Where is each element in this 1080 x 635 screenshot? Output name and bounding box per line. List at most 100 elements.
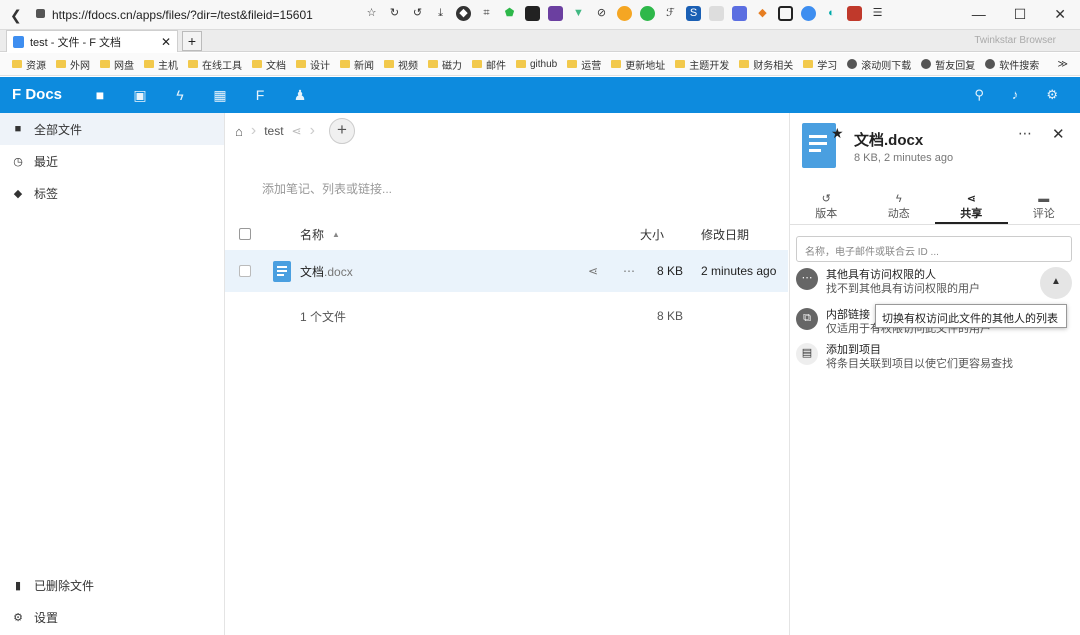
- back-arrow-icon[interactable]: ❮: [10, 7, 22, 24]
- extension-icon[interactable]: [847, 6, 862, 21]
- lock-icon: [36, 9, 45, 18]
- bookmark-item[interactable]: 在线工具: [188, 57, 242, 72]
- bookmark-item[interactable]: github: [516, 59, 557, 70]
- image-icon[interactable]: [709, 6, 724, 21]
- table-row[interactable]: 文档.docx ⋖ ⋯ 8 KB 2 minutes ago: [225, 250, 788, 292]
- bookmark-label: 邮件: [486, 60, 506, 72]
- extension-icon[interactable]: [640, 6, 655, 21]
- share-icon[interactable]: ⋖: [588, 264, 598, 278]
- minimize-icon[interactable]: —: [972, 6, 986, 23]
- maximize-icon[interactable]: ☐: [1014, 6, 1027, 23]
- row-checkbox[interactable]: [239, 265, 251, 277]
- extension-icon[interactable]: [732, 6, 747, 21]
- app-logo[interactable]: F Docs: [12, 86, 62, 103]
- vue-icon[interactable]: ▼: [571, 6, 586, 21]
- more-icon[interactable]: ⋯: [623, 264, 635, 278]
- download-icon[interactable]: ⤓: [433, 6, 448, 21]
- bookmark-item[interactable]: 邮件: [472, 57, 506, 72]
- sidebar-item[interactable]: ⚙ 设置: [0, 601, 225, 633]
- panel-tab[interactable]: ⋖ 共享: [935, 191, 1008, 224]
- column-modified-header[interactable]: 修改日期: [701, 226, 749, 243]
- share-input[interactable]: 名称，电子邮件或联合云 ID ...: [796, 236, 1072, 262]
- bookmarks-more-icon[interactable]: ≫: [1058, 59, 1068, 70]
- bookmark-item[interactable]: 视频: [384, 57, 418, 72]
- sidebar-item[interactable]: ◆ 标签: [0, 177, 224, 209]
- calendar-nav-icon[interactable]: ▦: [200, 87, 240, 104]
- extension-icon[interactable]: ⊘: [594, 6, 609, 21]
- reload-icon[interactable]: ↻: [387, 6, 402, 21]
- bookmark-item[interactable]: 文档: [252, 57, 286, 72]
- bookmark-item[interactable]: 磁力: [428, 57, 462, 72]
- close-panel-icon[interactable]: ✕: [1052, 125, 1065, 143]
- home-icon[interactable]: ⌂: [235, 124, 243, 139]
- share-icon[interactable]: ⋖: [292, 124, 302, 138]
- tab-close-icon[interactable]: ✕: [161, 35, 171, 49]
- close-icon[interactable]: ✕: [1054, 6, 1066, 23]
- extension-icon[interactable]: [617, 6, 632, 21]
- crop-icon[interactable]: ⌗: [479, 6, 494, 21]
- panel-tab[interactable]: ▬ 评论: [1008, 191, 1080, 224]
- add-to-project[interactable]: ▤ 添加到项目 将条目关联到项目以使它们更容易查找: [796, 343, 1072, 371]
- panel-file-meta: 8 KB, 2 minutes ago: [854, 152, 954, 164]
- more-icon[interactable]: ⋯: [1018, 125, 1033, 142]
- browser-tab[interactable]: test - 文件 - F 文档 ✕: [6, 30, 178, 52]
- extension-icon[interactable]: ◐: [824, 6, 839, 21]
- contacts-nav-icon[interactable]: ♟: [280, 87, 320, 104]
- sidebar-item[interactable]: ◷ 最近: [0, 145, 224, 177]
- shield-icon[interactable]: ⬟: [502, 6, 517, 21]
- gear-icon[interactable]: ⚙: [1046, 87, 1058, 103]
- panel-tab-label: 动态: [887, 208, 910, 220]
- new-item-button[interactable]: +: [328, 118, 355, 144]
- bookmark-item[interactable]: 主题开发: [675, 57, 729, 72]
- bookmark-label: github: [530, 58, 558, 70]
- fox-icon[interactable]: ◆: [755, 6, 770, 21]
- activity-nav-icon[interactable]: ϟ: [160, 87, 200, 104]
- bookmark-item[interactable]: 学习: [803, 57, 837, 72]
- bookmark-item[interactable]: 主机: [144, 57, 178, 72]
- star-icon[interactable]: ☆: [364, 6, 379, 21]
- project-icon: ▤: [796, 343, 818, 365]
- column-name-header[interactable]: 名称: [300, 226, 324, 243]
- bookmark-item[interactable]: 网盘: [100, 57, 134, 72]
- bookmark-item[interactable]: 更新地址: [611, 57, 665, 72]
- table-header: 名称 ▲ 大小 修改日期: [225, 219, 788, 249]
- extension-icon[interactable]: [548, 6, 563, 21]
- header-actions: ⚲ ♪ ⚙: [974, 87, 1058, 103]
- extension-icon[interactable]: ◆: [456, 6, 471, 21]
- extension-icon[interactable]: [525, 6, 540, 21]
- qr-icon[interactable]: [778, 6, 793, 21]
- bookmark-item[interactable]: 设计: [296, 57, 330, 72]
- fdocs-nav-icon[interactable]: F: [240, 87, 280, 104]
- sidebar-item[interactable]: ▮ 已删除文件: [0, 569, 225, 601]
- breadcrumb-folder[interactable]: test: [264, 124, 283, 138]
- bookmark-item[interactable]: 资源: [12, 57, 46, 72]
- globe-icon: [847, 59, 858, 69]
- url-field[interactable]: https://fdocs.cn/apps/files/?dir=/test&f…: [52, 8, 313, 22]
- bookmark-item[interactable]: 外网: [56, 57, 90, 72]
- bell-icon[interactable]: ♪: [1012, 87, 1019, 103]
- select-all-checkbox[interactable]: [239, 228, 251, 240]
- new-tab-button[interactable]: +: [182, 31, 202, 51]
- extension-icon[interactable]: S: [686, 6, 701, 21]
- bookmark-item[interactable]: 新闻: [340, 57, 374, 72]
- extension-icon[interactable]: ℱ: [663, 6, 678, 21]
- favorite-star-icon[interactable]: ★: [831, 125, 844, 142]
- notes-placeholder[interactable]: 添加笔记、列表或链接...: [262, 180, 392, 197]
- files-nav-icon[interactable]: ■: [80, 87, 120, 104]
- file-name[interactable]: 文档.docx: [300, 263, 353, 280]
- toggle-others-button[interactable]: ▲: [1040, 267, 1072, 299]
- bookmark-item[interactable]: 财务相关: [739, 57, 793, 72]
- photos-nav-icon[interactable]: ▣: [120, 87, 160, 104]
- search-icon[interactable]: ⚲: [974, 87, 984, 103]
- sidebar-item[interactable]: ■ 全部文件: [0, 113, 224, 145]
- bookmark-item[interactable]: 滚动则下载: [847, 57, 911, 72]
- undo-icon[interactable]: ↺: [410, 6, 425, 21]
- panel-tab[interactable]: ϟ 动态: [863, 191, 936, 224]
- extension-icon[interactable]: [801, 6, 816, 21]
- panel-tab[interactable]: ↺ 版本: [790, 191, 863, 224]
- bookmark-item[interactable]: 软件搜索: [985, 57, 1039, 72]
- menu-icon[interactable]: ☰: [870, 6, 885, 21]
- column-size-header[interactable]: 大小: [640, 226, 664, 243]
- bookmark-item[interactable]: 暂友回复: [921, 57, 975, 72]
- bookmark-item[interactable]: 运营: [567, 57, 601, 72]
